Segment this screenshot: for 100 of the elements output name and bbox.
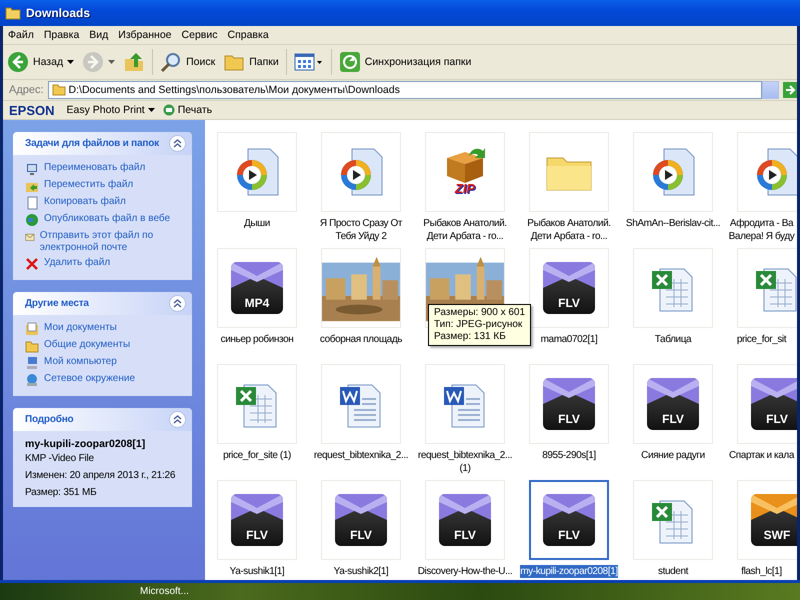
file-thumbnail[interactable]: MP4 — [217, 248, 297, 328]
file-thumbnail[interactable] — [425, 364, 505, 444]
task-link[interactable]: Мой компьютер — [44, 356, 117, 368]
file-label[interactable]: Спартак и кала — [728, 449, 794, 462]
globe-icon — [25, 213, 39, 227]
panel-header[interactable]: Подробно — [13, 408, 192, 431]
file-label[interactable]: flash_lc[1] — [741, 565, 782, 578]
task-link[interactable]: Копировать файл — [44, 196, 126, 208]
file-thumbnail[interactable]: FLV — [633, 364, 713, 444]
file-thumbnail[interactable] — [321, 364, 401, 444]
menu-item[interactable]: Справка — [222, 29, 274, 41]
file-type: KMP -Video File — [25, 453, 95, 464]
task-link[interactable]: Общие документы — [44, 339, 130, 351]
file-label[interactable]: request_bibtexnika_2... — [418, 449, 512, 462]
back-button[interactable]: Назад — [3, 47, 78, 77]
file-label[interactable]: price_for_site (1) — [223, 449, 291, 462]
window-title: Downloads — [26, 6, 90, 20]
file-thumbnail[interactable] — [633, 132, 713, 212]
file-label[interactable]: синьер робинзон — [220, 333, 294, 346]
panel-title: Подробно — [25, 414, 74, 425]
task-link[interactable]: Удалить файл — [44, 257, 110, 269]
sync-button[interactable]: Синхронизация папки — [334, 47, 476, 77]
file-label[interactable]: my-kupili-zoopar0208[1] — [520, 565, 618, 578]
file-label[interactable]: ShAmAn--Berislav-cit... — [626, 217, 720, 230]
task-link[interactable]: Переименовать файл — [44, 162, 146, 174]
task-link[interactable]: Мои документы — [44, 322, 117, 334]
file-name: my-kupili-zoopar0208[1] — [25, 438, 146, 450]
file-label[interactable]: Discovery-How-the-U... — [418, 565, 512, 578]
file-label[interactable]: 8955-290s[1] — [542, 449, 596, 462]
panel-header[interactable]: Задачи для файлов и папок — [13, 132, 192, 155]
media-file-icon — [338, 147, 384, 197]
file-label[interactable]: Дети Арбата - ro... — [530, 230, 608, 243]
menu-item[interactable]: Правка — [38, 29, 84, 41]
format-label: FLV — [662, 412, 684, 426]
search-button[interactable]: Поиск — [156, 47, 220, 77]
file-thumbnail[interactable]: FLV — [529, 364, 609, 444]
file-thumbnail[interactable] — [217, 364, 297, 444]
file-thumbnail[interactable] — [737, 132, 797, 212]
file-label[interactable]: Афродита - Ва — [730, 217, 794, 230]
caret-icon[interactable] — [67, 60, 74, 64]
file-thumbnail[interactable]: FLV — [321, 480, 401, 560]
file-label[interactable]: request_bibtexnika_2... — [314, 449, 408, 462]
file-thumbnail[interactable]: SWF — [737, 480, 797, 560]
print-button[interactable]: Печать — [158, 102, 216, 118]
address-label: Адрес: — [8, 84, 45, 96]
file-label[interactable]: Валера! Я буду — [728, 230, 794, 243]
brand-logo: EPSON — [8, 102, 56, 118]
file-label[interactable]: Тебя Уйду 2 — [335, 230, 387, 243]
file-label[interactable]: Рыбаков Анатолий. — [527, 217, 611, 230]
panel-header[interactable]: Другие места — [13, 292, 192, 315]
file-label[interactable]: Дети Арбата - ro... — [426, 230, 504, 243]
format-label: SWF — [764, 528, 790, 542]
task-link[interactable]: Опубликовать файл в вебе — [44, 213, 170, 225]
format-label: FLV — [558, 412, 580, 426]
file-thumbnail[interactable]: FLV — [529, 248, 609, 328]
file-label[interactable]: Ya-sushik2[1] — [334, 565, 388, 578]
file-thumbnail[interactable] — [217, 132, 297, 212]
folders-button[interactable]: Папки — [219, 47, 283, 77]
computer-icon — [25, 356, 39, 370]
file-thumbnail[interactable] — [737, 248, 797, 328]
task-link[interactable]: Переместить файл — [44, 179, 134, 191]
collapse-icon[interactable] — [173, 415, 182, 424]
menu-item[interactable]: Сервис — [176, 29, 222, 41]
task-link[interactable]: Сетевое окружение — [44, 373, 136, 385]
file-thumbnail[interactable]: ZIP — [425, 132, 505, 212]
delete-icon[interactable] — [25, 257, 39, 271]
task-link[interactable]: Отправить этот файл по электронной почте — [40, 230, 182, 254]
file-label[interactable]: student — [658, 565, 688, 578]
folder-icon — [52, 84, 66, 96]
menu-item[interactable]: Избранное — [113, 29, 177, 41]
file-thumbnail[interactable] — [633, 480, 713, 560]
collapse-icon[interactable] — [173, 139, 182, 148]
tooltip-text: Размеры: 900 x 601 — [434, 307, 526, 319]
file-thumbnail[interactable]: FLV — [529, 480, 609, 560]
file-size: Размер: 351 МБ — [25, 487, 98, 498]
collapse-icon[interactable] — [173, 299, 182, 308]
file-thumbnail[interactable] — [529, 132, 609, 212]
file-label[interactable]: Сияние радуги — [641, 449, 705, 462]
address-field[interactable]: D:\Documents and Settings\пользователь\Мои документы\Downloads — [48, 81, 762, 99]
file-label[interactable]: соборная площадь — [320, 333, 402, 346]
file-thumbnail[interactable] — [633, 248, 713, 328]
file-label[interactable]: (1) — [459, 462, 471, 475]
go-icon[interactable] — [783, 82, 797, 98]
file-label[interactable]: Рыбаков Анатолий. — [423, 217, 507, 230]
file-thumbnail[interactable]: FLV — [425, 480, 505, 560]
print-icon — [162, 104, 175, 116]
file-label[interactable]: Ya-sushik1[1] — [230, 565, 284, 578]
file-thumbnail[interactable] — [321, 132, 401, 212]
file-thumbnail[interactable]: FLV — [217, 480, 297, 560]
menu-item[interactable]: Вид — [84, 29, 114, 41]
file-thumbnail[interactable]: FLV — [737, 364, 797, 444]
file-label[interactable]: Таблица — [654, 333, 692, 346]
photo-print-menu[interactable]: Easy Photo Print — [62, 102, 159, 118]
menu-item[interactable]: Файл — [3, 29, 39, 41]
file-label[interactable]: price_for_sit — [736, 333, 786, 346]
file-label[interactable]: Дыши — [244, 217, 270, 230]
grid-view-icon — [294, 51, 324, 73]
caret-icon[interactable] — [148, 108, 155, 112]
file-label[interactable]: mama0702[1] — [540, 333, 598, 346]
file-label[interactable]: Я Просто Сразу От — [320, 217, 402, 230]
